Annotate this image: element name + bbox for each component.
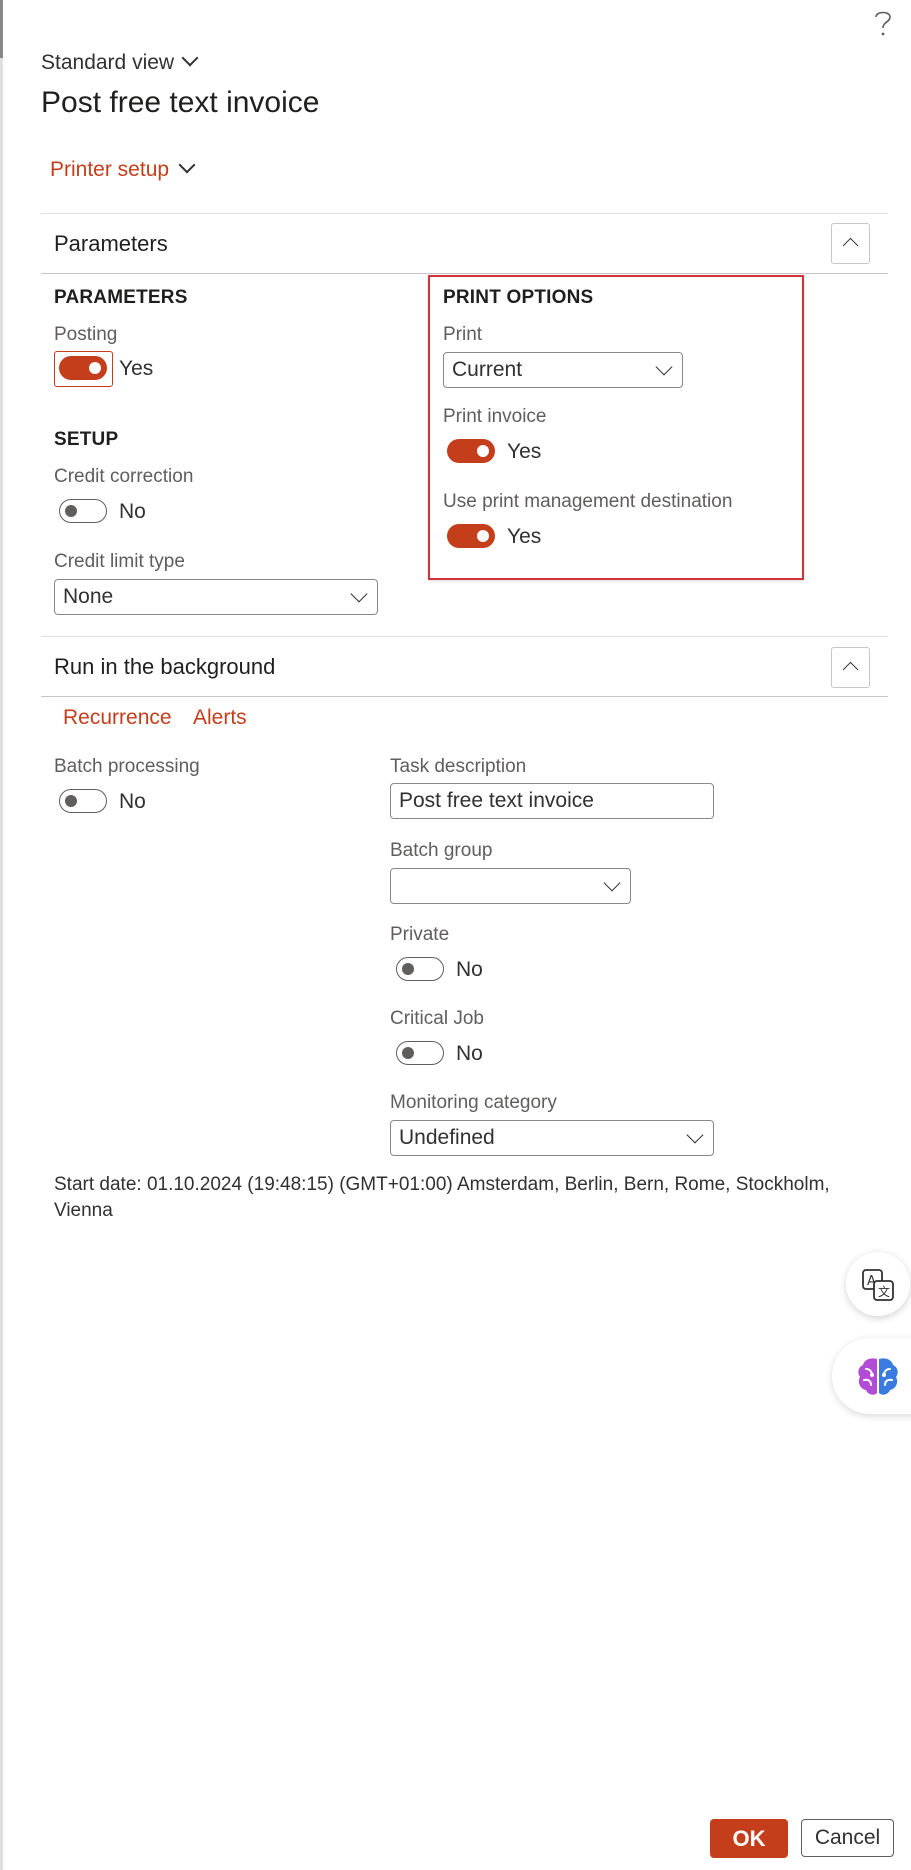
print-value: Current: [452, 358, 523, 381]
ok-button[interactable]: OK: [710, 1819, 788, 1858]
use-print-management-toggle[interactable]: [447, 524, 495, 548]
credit-correction-value: No: [119, 500, 146, 523]
section-title-run-in-background: Run in the background: [54, 654, 276, 679]
use-print-management-value: Yes: [507, 525, 542, 548]
critical-job-toggle[interactable]: [396, 1041, 444, 1065]
view-label: Standard view: [41, 51, 175, 74]
use-print-management-label: Use print management destination: [443, 491, 733, 512]
left-panel-edge: [0, 0, 3, 1870]
copilot-button[interactable]: [832, 1338, 911, 1414]
private-value: No: [456, 958, 483, 981]
group-heading-parameters: PARAMETERS: [54, 287, 188, 308]
chevron-up-icon: [842, 661, 859, 678]
copilot-brain-icon: [856, 1355, 900, 1402]
private-label: Private: [390, 924, 450, 945]
task-description-label: Task description: [390, 756, 527, 777]
print-invoice-value: Yes: [507, 440, 542, 463]
recurrence-link[interactable]: Recurrence: [63, 706, 172, 730]
batch-group-select[interactable]: [390, 868, 631, 904]
section-title-parameters: Parameters: [54, 231, 168, 256]
batch-processing-label: Batch processing: [54, 756, 200, 777]
divider: [41, 273, 888, 274]
credit-limit-type-label: Credit limit type: [54, 551, 185, 572]
chevron-up-icon: [842, 237, 859, 254]
critical-job-value: No: [456, 1042, 483, 1065]
divider: [41, 636, 888, 637]
group-heading-print-options: PRINT OPTIONS: [443, 287, 594, 308]
credit-correction-label: Credit correction: [54, 466, 194, 487]
alerts-link[interactable]: Alerts: [193, 706, 247, 730]
group-heading-setup: SETUP: [54, 429, 119, 450]
batch-processing-toggle[interactable]: [59, 789, 107, 813]
posting-toggle[interactable]: [59, 356, 107, 380]
private-toggle[interactable]: [396, 957, 444, 981]
chevron-down-icon: [686, 1126, 704, 1144]
task-description-value: Post free text invoice: [399, 789, 594, 812]
printer-setup-menu[interactable]: Printer setup: [50, 156, 196, 182]
task-description-input[interactable]: Post free text invoice: [390, 783, 714, 819]
posting-label: Posting: [54, 324, 118, 345]
chevron-down-icon: [603, 874, 621, 892]
chevron-down-icon: [350, 585, 368, 603]
chevron-down-icon: [181, 49, 199, 67]
monitoring-category-value: Undefined: [399, 1126, 495, 1149]
translate-icon: A 文: [861, 1268, 895, 1307]
batch-processing-value: No: [119, 790, 146, 813]
credit-limit-type-select[interactable]: None: [54, 579, 378, 615]
print-invoice-label: Print invoice: [443, 406, 547, 427]
printer-setup-label: Printer setup: [50, 158, 170, 181]
print-invoice-toggle[interactable]: [447, 439, 495, 463]
credit-correction-toggle[interactable]: [59, 499, 107, 523]
posting-value: Yes: [119, 357, 154, 380]
critical-job-label: Critical Job: [390, 1008, 484, 1029]
divider: [41, 696, 888, 697]
credit-limit-type-value: None: [63, 585, 114, 608]
chevron-down-icon: [655, 358, 673, 376]
print-select[interactable]: Current: [443, 352, 683, 388]
translate-button[interactable]: A 文: [846, 1252, 910, 1316]
chevron-down-icon: [178, 156, 196, 174]
monitoring-category-select[interactable]: Undefined: [390, 1120, 714, 1156]
start-date-text: Start date: 01.10.2024 (19:48:15) (GMT+0…: [54, 1174, 830, 1221]
collapse-parameters-button[interactable]: [831, 223, 870, 264]
help-icon[interactable]: [873, 8, 893, 46]
collapse-background-button[interactable]: [831, 647, 870, 688]
divider: [41, 213, 888, 214]
view-selector[interactable]: Standard view: [41, 49, 199, 75]
batch-group-label: Batch group: [390, 840, 493, 861]
page-title: Post free text invoice: [41, 86, 320, 119]
print-label: Print: [443, 324, 483, 345]
cancel-button[interactable]: Cancel: [801, 1819, 894, 1857]
svg-text:文: 文: [878, 1284, 890, 1299]
monitoring-category-label: Monitoring category: [390, 1092, 557, 1113]
